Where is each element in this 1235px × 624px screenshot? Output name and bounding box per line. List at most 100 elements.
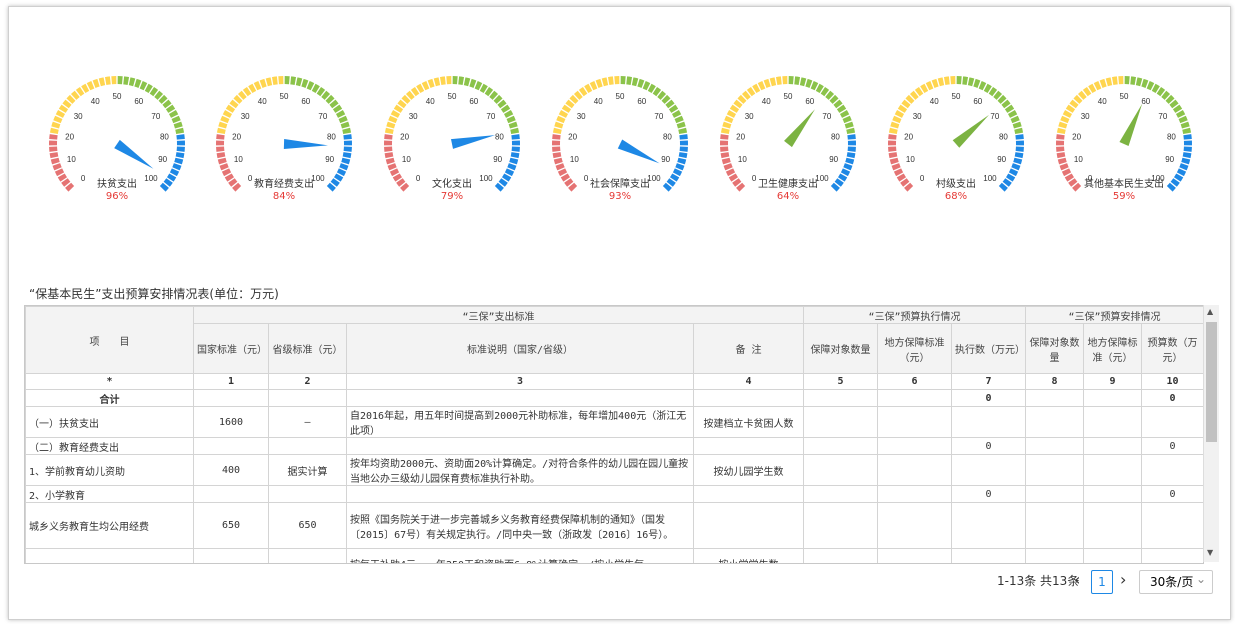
gauge-needle	[450, 135, 496, 149]
index-cell: 5	[803, 373, 879, 390]
table-row[interactable]: 按每天补助4元、一年250天和资助面6.8%计算确定。/按小学生每按小学学生数	[25, 548, 1203, 563]
gauge-label: 其他基本民生支出	[1084, 179, 1164, 190]
scrollbar-thumb[interactable]	[1206, 322, 1217, 442]
table-row[interactable]: （一）扶贫支出 1600– 自2016年起，用五年时间提高到2000元补助标准，每年…	[25, 406, 1203, 438]
table-cell	[1141, 502, 1203, 549]
scroll-down-icon[interactable]: ▼	[1207, 548, 1213, 557]
gauge-segment	[720, 140, 729, 146]
gauge-segment	[49, 140, 58, 146]
pager-prev-icon[interactable]: ‹	[1074, 569, 1080, 593]
gauge-tick-label: 40	[1098, 97, 1107, 106]
gauge-segment	[173, 121, 183, 129]
gauge-segment	[889, 157, 899, 165]
gauge-segment	[134, 78, 142, 88]
table-cell	[803, 437, 879, 455]
table-cell: 400	[193, 454, 269, 486]
table-cell	[692, 485, 805, 503]
gauge-segment	[678, 152, 688, 159]
gauge-label: 社会保障支出	[590, 179, 650, 190]
table-cell	[1025, 437, 1085, 455]
gauge-segment	[626, 76, 633, 85]
gauge-segment	[509, 157, 519, 165]
table-row[interactable]: 2、小学教育 0 0	[25, 485, 1203, 503]
gauge-percent: 96%	[105, 191, 129, 202]
gauge-tick-label: 20	[232, 132, 241, 141]
gauge-segment	[1183, 140, 1192, 146]
gauge-segment	[295, 77, 303, 87]
table-scrollbar[interactable]: ▲ ▼	[1203, 305, 1219, 562]
page-size-select[interactable]: 30条/页 ⌄	[1139, 570, 1213, 594]
table-cell: 0	[1141, 437, 1203, 455]
table-cell	[193, 389, 269, 407]
gauge-segment	[1183, 134, 1192, 140]
gauge-segment	[888, 152, 898, 159]
column-header: 保障对象数量	[803, 323, 879, 374]
gauge-segment	[174, 157, 184, 165]
gauge-segment	[290, 76, 297, 85]
table-cell	[1141, 454, 1203, 486]
table-cell	[346, 437, 694, 455]
gauge-segment	[1058, 121, 1068, 129]
index-cell: *	[25, 373, 194, 390]
pager-page-1[interactable]: 1	[1091, 570, 1113, 594]
table-cell: 按幼儿园学生数	[692, 454, 805, 486]
gauge-segment	[552, 127, 562, 134]
gauge-tick-label: 50	[448, 92, 457, 101]
table-row[interactable]: 合计 0 0	[25, 389, 1203, 407]
gauge-segment	[1182, 152, 1192, 159]
gauge-label: 文化支出	[432, 179, 472, 190]
gauge-segment	[794, 76, 801, 85]
scroll-up-icon[interactable]: ▲	[1207, 307, 1213, 316]
gauge-segment	[301, 78, 309, 88]
gauge-needle	[952, 114, 990, 148]
gauge-1: 0 10 20 30 40 50 60 70 80 90 100 扶贫支出 96%	[42, 69, 192, 219]
gauge-segment	[343, 140, 352, 146]
gauge-tick-label: 80	[160, 132, 169, 141]
gauge-segment	[117, 76, 123, 85]
gauge-tick-label: 20	[1072, 132, 1081, 141]
gauge-tick-label: 10	[402, 155, 411, 164]
table-cell: 0	[951, 485, 1027, 503]
gauge-tick-label: 60	[1141, 97, 1150, 106]
gauge-segment	[1015, 134, 1024, 140]
table-cell	[951, 548, 1027, 563]
table-cell: –	[268, 406, 347, 438]
gauge-segment	[343, 146, 352, 152]
gauge-segment	[49, 134, 58, 140]
gauge-segment	[341, 157, 351, 165]
table-row[interactable]: 城乡义务教育生均公用经费 650 650 按照《国务院关于进一步完善城乡义务教育经费保…	[25, 502, 1203, 549]
table-cell: 0	[951, 389, 1027, 407]
gauge-segment	[1135, 77, 1143, 87]
table-cell	[1025, 502, 1085, 549]
gauge-tick-label: 70	[822, 112, 831, 121]
gauge-segment	[511, 146, 520, 152]
gauge-row: 0 10 20 30 40 50 60 70 80 90 100 扶贫支出 96% 0 10 20 30 40 50…	[9, 69, 1230, 219]
gauge-tick-label: 20	[904, 132, 913, 141]
pager-next-icon[interactable]: ›	[1120, 569, 1126, 593]
gauge-segment	[1015, 146, 1024, 152]
gauge-segment	[962, 76, 969, 85]
gauge-label: 村级支出	[936, 179, 976, 190]
gauge-tick-label: 50	[784, 92, 793, 101]
table-cell	[877, 502, 953, 549]
table-cell	[877, 485, 953, 503]
gauge-tick-label: 60	[469, 97, 478, 106]
table-cell	[268, 485, 347, 503]
gauge-tick-label: 90	[661, 155, 670, 164]
table-row[interactable]: 1、学前教育幼儿资助 400 据实计算 按年均资助2000元、资助面20%计算确定。/…	[25, 454, 1203, 486]
table-cell: 1600	[193, 406, 269, 438]
gauge-segment	[1056, 146, 1065, 152]
gauge-segment	[1118, 76, 1124, 85]
gauge-segment	[631, 77, 639, 87]
gauge-segment	[679, 146, 688, 152]
gauge-segment	[775, 76, 782, 85]
gauge-segment	[265, 77, 273, 87]
index-cell: 9	[1083, 373, 1143, 390]
table-cell	[1025, 548, 1085, 563]
row-item-cell: 合计	[25, 389, 194, 407]
table-row[interactable]: （二）教育经费支出 0 0	[25, 437, 1203, 455]
chevron-down-icon: ⌄	[1195, 572, 1206, 586]
gauge-segment	[937, 77, 945, 87]
table-cell	[193, 437, 269, 455]
table-cell	[1025, 389, 1085, 407]
